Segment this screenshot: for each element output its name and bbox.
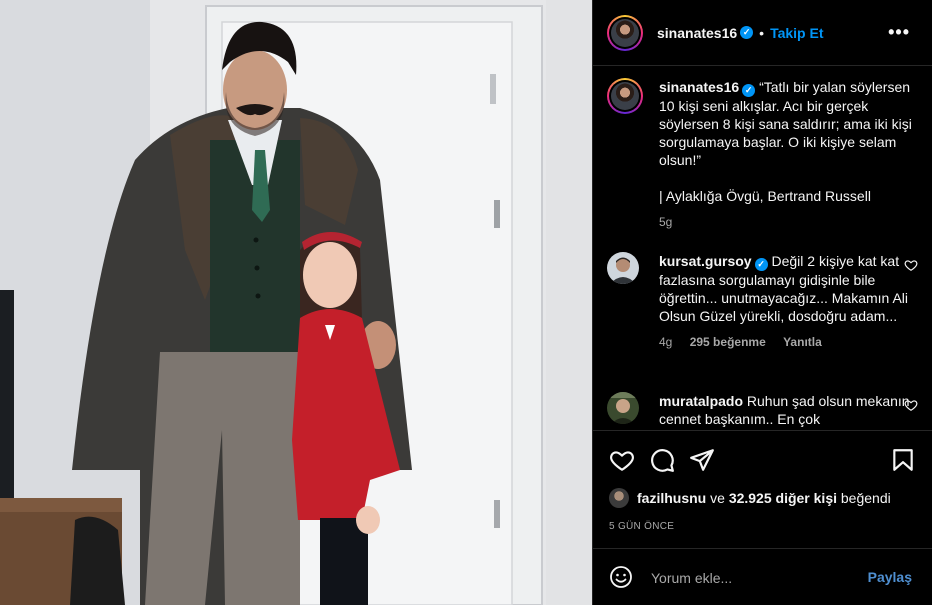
caption-age[interactable]: 5g [659, 215, 672, 229]
post-photo[interactable] [0, 0, 592, 605]
caption-avatar[interactable] [607, 78, 643, 114]
author-avatar[interactable] [607, 14, 643, 51]
action-bar [593, 430, 932, 488]
caption-source: | Aylaklığa Övgü, Bertrand Russell [659, 188, 871, 204]
liker-username[interactable]: fazilhusnu [637, 490, 706, 506]
comments-list[interactable]: sinanates16 ✓ “Tatlı bir yalan söylersen … [593, 66, 932, 430]
verified-badge-icon: ✓ [740, 26, 754, 39]
reply-button[interactable]: Yanıtla [783, 335, 822, 349]
post-header: sinanates16 ✓ • Takip Et ••• [593, 0, 932, 66]
more-options-icon[interactable]: ••• [888, 22, 910, 43]
share-icon[interactable] [689, 447, 715, 473]
bookmark-icon[interactable] [890, 447, 916, 473]
verified-badge-icon: ✓ [742, 84, 756, 97]
commenter-avatar[interactable] [607, 392, 639, 424]
comment-item: kursat.gursoy ✓ Değil 2 kişiye kat kat fa… [607, 252, 918, 351]
post-panel: sinanates16 ✓ • Takip Et ••• sinanates16… [592, 0, 932, 605]
add-comment-bar: Paylaş [593, 548, 932, 605]
comment-item: muratalpado Ruhun şad olsun mekanın cenn… [607, 392, 918, 428]
comment-likes[interactable]: 295 beğenme [690, 335, 766, 349]
likes-count[interactable]: 32.925 diğer kişi [729, 490, 837, 506]
comment-username[interactable]: kursat.gursoy [659, 253, 752, 269]
likes-connector: ve [710, 490, 725, 506]
liker-avatar[interactable] [609, 488, 629, 508]
comment-icon[interactable] [649, 447, 675, 473]
emoji-icon[interactable] [609, 565, 633, 589]
commenter-avatar[interactable] [607, 252, 639, 284]
post-comment-button[interactable]: Paylaş [868, 569, 912, 585]
likes-summary: fazilhusnu ve 32.925 diğer kişi beğendi [609, 488, 891, 508]
separator-dot: • [759, 24, 765, 41]
caption: sinanates16 ✓ “Tatlı bir yalan söylersen … [607, 78, 918, 231]
follow-button[interactable]: Takip Et [770, 25, 823, 41]
comment-like-icon[interactable] [904, 398, 918, 412]
post-date[interactable]: 5 GÜN ÖNCE [609, 521, 674, 532]
author-username[interactable]: sinanates16 [657, 25, 737, 41]
caption-username[interactable]: sinanates16 [659, 79, 739, 95]
comment-username[interactable]: muratalpado [659, 393, 743, 409]
comment-like-icon[interactable] [904, 258, 918, 272]
photo-scene [0, 0, 592, 605]
comment-input[interactable] [649, 565, 853, 591]
verified-badge-icon: ✓ [754, 258, 768, 271]
heart-icon[interactable] [609, 447, 635, 473]
likes-suffix: beğendi [840, 490, 891, 506]
comment-age[interactable]: 4g [659, 335, 672, 349]
